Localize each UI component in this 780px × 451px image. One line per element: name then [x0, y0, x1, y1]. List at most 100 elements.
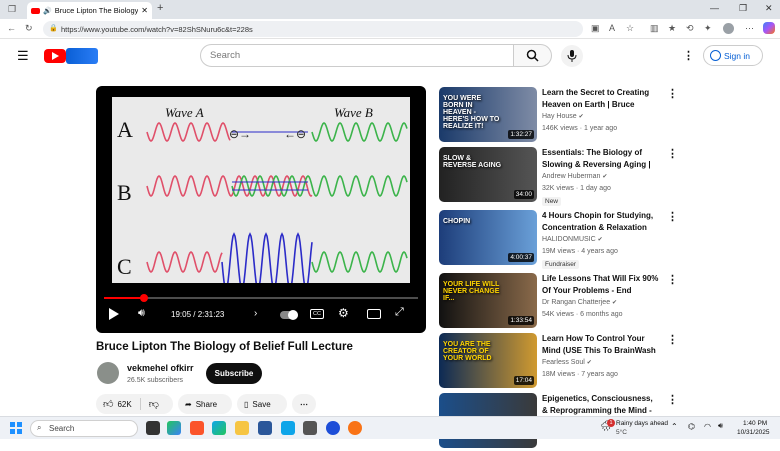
captions-icon[interactable]: CC	[310, 309, 324, 319]
address-bar[interactable]: 🔒 https://www.youtube.com/watch?v=82ShSN…	[43, 21, 583, 37]
file-explorer-icon[interactable]	[235, 421, 249, 435]
chapter-next-icon[interactable]: ›	[254, 308, 257, 319]
task-view-icon[interactable]	[146, 421, 160, 435]
menu-hamburger-icon[interactable]: ☰	[17, 48, 29, 64]
favorite-star-icon[interactable]: ☆	[626, 23, 634, 34]
search-button[interactable]	[513, 44, 552, 67]
recommendation-item[interactable]: YOU ARE THE CREATOR OF YOUR WORLD 17:04 Le…	[439, 333, 759, 391]
video-duration: 4:00:37	[508, 253, 534, 262]
clock-time[interactable]: 1:40 PM	[743, 420, 767, 427]
more-actions-button[interactable]: ⋯	[292, 394, 316, 414]
like-icon[interactable]: 👍︎	[103, 398, 113, 410]
fullscreen-icon[interactable]: ⤢	[395, 306, 404, 319]
maximize-icon[interactable]: ❐	[739, 3, 747, 14]
wifi-icon[interactable]: ◠	[704, 422, 711, 431]
copilot-icon[interactable]	[763, 22, 775, 34]
new-tab-icon[interactable]: +	[157, 2, 163, 14]
photos-app-icon[interactable]	[303, 421, 317, 435]
recommendation-menu-icon[interactable]: ⋮	[667, 273, 678, 286]
progress-scrubber[interactable]	[139, 294, 148, 302]
split-screen-icon[interactable]: ▥	[650, 23, 659, 34]
tab-actions-icon[interactable]: ❐	[8, 4, 16, 15]
recommendation-item[interactable]: CHOPIN 4:00:37 4 Hours Chopin for Studying…	[439, 210, 759, 269]
progress-track[interactable]	[104, 294, 418, 302]
store-app-icon[interactable]	[281, 421, 295, 435]
thumbnail-text: CHOPIN	[443, 218, 471, 225]
taskbar-search[interactable]: ⌕ Search	[30, 420, 138, 437]
recommendation-title[interactable]: Learn the Secret to Creating Heaven on E…	[542, 87, 660, 111]
video-thumbnail[interactable]: CHOPIN 4:00:37	[439, 210, 537, 265]
audio-playing-icon[interactable]: 🔊	[43, 7, 52, 15]
tray-chevron-icon[interactable]: ⌃	[671, 422, 678, 431]
back-icon[interactable]: ←	[7, 23, 16, 33]
recommendation-channel-name: Fearless Soul	[542, 359, 585, 366]
clock-date[interactable]: 10/31/2025	[737, 429, 770, 436]
speaker-icon[interactable]: 🔊︎	[718, 421, 723, 431]
minimize-icon[interactable]: —	[710, 3, 719, 13]
word-app-icon[interactable]	[258, 421, 272, 435]
recommendation-channel[interactable]: HALIDONMUSIC ✔	[542, 236, 603, 243]
app-icon-orange[interactable]	[348, 421, 362, 435]
search-input[interactable]: Search	[200, 44, 514, 67]
dislike-icon[interactable]: 👎︎	[149, 398, 159, 410]
tab-close-icon[interactable]: ✕	[141, 6, 148, 15]
window-close-icon[interactable]: ✕	[765, 3, 773, 14]
recommendation-title[interactable]: Learn How To Control Your Mind (USE This…	[542, 333, 660, 357]
volume-icon[interactable]: 🔊︎	[138, 307, 145, 320]
video-thumbnail[interactable]: YOU ARE THE CREATOR OF YOUR WORLD 17:04	[439, 333, 537, 388]
app-available-icon[interactable]: ▣	[591, 23, 600, 34]
share-button[interactable]: ➦ Share	[178, 394, 232, 414]
video-thumbnail[interactable]: YOU WERE BORN IN HEAVEN - HERE'S HOW TO …	[439, 87, 537, 142]
recommendation-menu-icon[interactable]: ⋮	[667, 210, 678, 223]
sign-in-button[interactable]: Sign in	[703, 45, 763, 66]
recommendation-title[interactable]: Life Lessons That Will Fix 90% Of Your P…	[542, 273, 660, 297]
channel-avatar[interactable]	[97, 362, 119, 384]
settings-gear-icon[interactable]: ⚙	[338, 306, 349, 320]
video-player[interactable]: A B C Wave A Wave B ⊖→ ←⊖ 🔊︎ 19:05 / 2:3…	[96, 86, 426, 333]
recommendation-menu-icon[interactable]: ⋮	[667, 333, 678, 346]
recommendation-channel[interactable]: Fearless Soul ✔	[542, 359, 592, 366]
recommendation-title[interactable]: 4 Hours Chopin for Studying, Concentrati…	[542, 210, 660, 233]
copilot-app-icon[interactable]	[167, 421, 181, 435]
extensions-icon[interactable]: ✦	[704, 23, 712, 34]
profile-avatar[interactable]	[723, 23, 734, 34]
video-thumbnail[interactable]: SLOW & REVERSE AGING 34:00	[439, 147, 537, 202]
brave-browser-icon[interactable]	[190, 421, 204, 435]
video-thumbnail[interactable]: YOUR LIFE WILL NEVER CHANGE IF... 1:33:54	[439, 273, 537, 328]
app-icon-blue[interactable]	[326, 421, 340, 435]
recommendation-item[interactable]: YOUR LIFE WILL NEVER CHANGE IF... 1:33:54…	[439, 273, 759, 331]
row-label-b: B	[117, 180, 132, 205]
more-options-icon[interactable]: ⋮	[683, 49, 694, 62]
recommendation-item[interactable]: SLOW & REVERSE AGING 34:00 Essentials: The…	[439, 147, 759, 206]
windows-start-icon[interactable]	[10, 422, 22, 434]
network-icon[interactable]: ⌬	[688, 422, 695, 431]
recommendation-menu-icon[interactable]: ⋮	[667, 147, 678, 160]
recommendation-item[interactable]: YOU WERE BORN IN HEAVEN - HERE'S HOW TO …	[439, 87, 759, 145]
voice-search-button[interactable]	[561, 45, 583, 67]
site-info-icon[interactable]: 🔒	[49, 24, 58, 32]
recommendation-menu-icon[interactable]: ⋮	[667, 393, 678, 406]
recommendation-channel[interactable]: Hay House ✔	[542, 113, 584, 120]
subscribe-button[interactable]: Subscribe	[206, 363, 262, 384]
channel-name[interactable]: vekmehel ofkirr	[127, 363, 194, 373]
theater-mode-icon[interactable]	[367, 309, 381, 319]
recommendation-title[interactable]: Epigenetics, Consciousness, & Reprogramm…	[542, 393, 660, 417]
favorites-icon[interactable]: ★	[668, 23, 676, 34]
recommendation-menu-icon[interactable]: ⋮	[667, 87, 678, 100]
recommendation-channel[interactable]: Andrew Huberman ✔	[542, 173, 607, 180]
weather-text[interactable]: Rainy days ahead	[616, 420, 668, 427]
play-icon[interactable]	[109, 308, 119, 320]
like-count[interactable]: 62K	[117, 400, 131, 409]
sign-in-label: Sign in	[724, 50, 750, 61]
temperature-text: 5°C	[616, 429, 627, 436]
browser-tab[interactable]: 🔊 Bruce Lipton The Biology of ✕	[27, 2, 152, 19]
edge-browser-icon[interactable]	[212, 421, 226, 435]
history-icon[interactable]: ⟲	[686, 23, 694, 34]
more-menu-icon[interactable]: ⋯	[745, 23, 754, 34]
bookmark-icon: ▯	[244, 399, 249, 409]
recommendation-channel[interactable]: Dr Rangan Chatterjee ✔	[542, 299, 617, 306]
save-button[interactable]: ▯ Save	[237, 394, 287, 414]
refresh-icon[interactable]: ↻	[25, 23, 33, 34]
recommendation-title[interactable]: Essentials: The Biology of Slowing & Rev…	[542, 147, 660, 171]
read-aloud-icon[interactable]: A	[609, 23, 615, 33]
